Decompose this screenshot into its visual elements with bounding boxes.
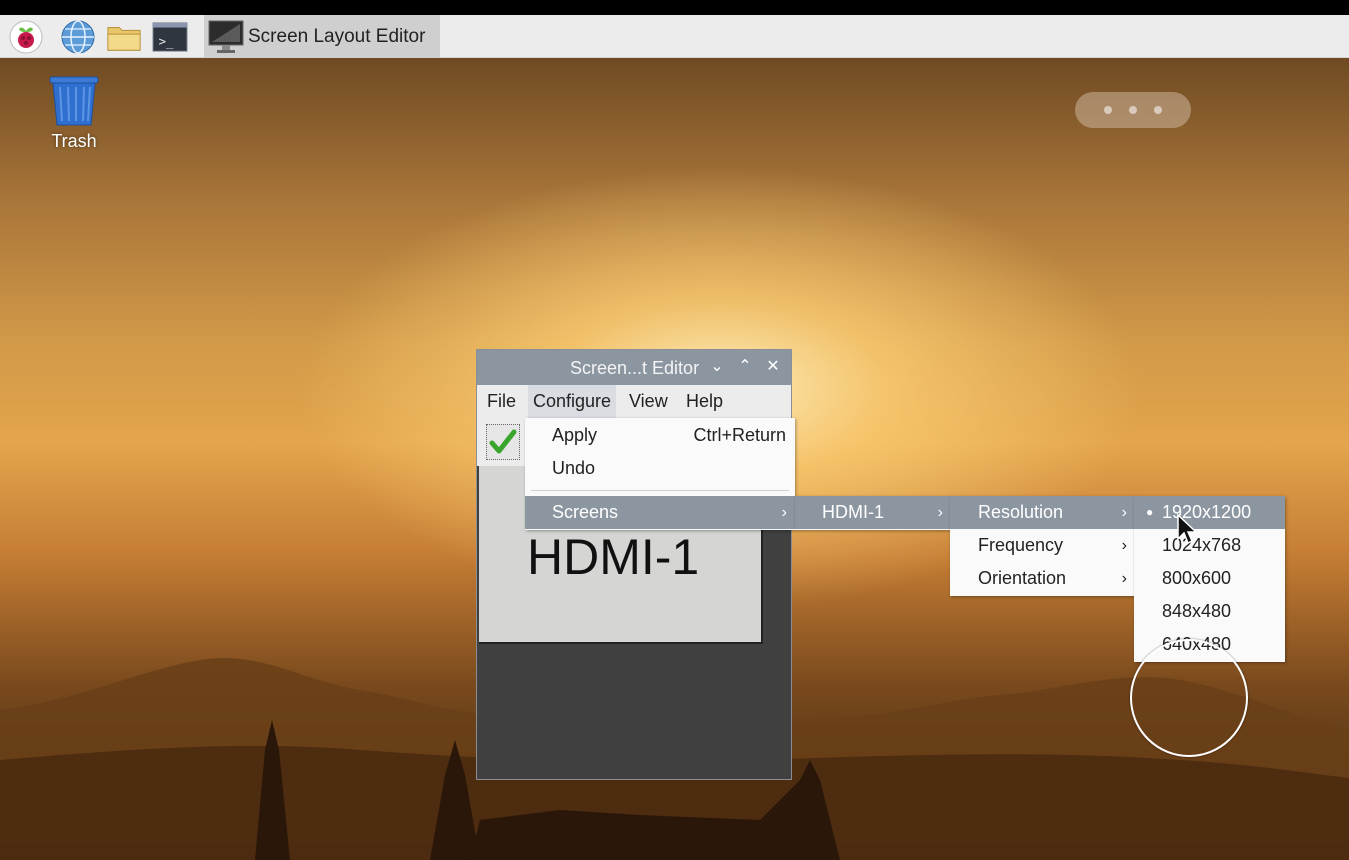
resolution-label: Resolution [978,502,1064,522]
trash-icon [49,76,99,126]
apply-tool-button[interactable] [486,424,520,460]
close-icon[interactable]: ✕ [762,356,784,378]
dot-icon [1129,106,1137,114]
resolution-option-label: 848x480 [1162,601,1232,621]
menu-configure[interactable]: Configure [528,385,617,418]
menubar: File Configure View Help [477,385,791,418]
taskbar-window-label: Screen Layout Editor [248,25,426,47]
dot-icon [1154,106,1162,114]
screen-layout-editor-window: Screen...t Editor ⌄ ⌃ ✕ File Configure V… [476,349,792,780]
chevron-right-icon: › [937,504,943,521]
menu-item-resolution[interactable]: Resolution › [950,496,1135,529]
radio-selected-icon: ● [1146,505,1154,519]
menu-separator [531,490,789,491]
menu-item-resolution-option[interactable]: 1024x768 [1134,529,1285,562]
menu-help[interactable]: Help [681,385,728,418]
screens-label: Screens [552,502,619,522]
monitor-icon [208,20,244,54]
file-manager-icon[interactable] [106,20,142,54]
hdmi-1-label: HDMI-1 [822,502,884,522]
apply-label: Apply [552,425,598,445]
screens-submenu: HDMI-1 › [795,496,951,530]
minimize-icon[interactable]: ⌄ [706,356,728,378]
touch-indicator-circle [1130,639,1248,757]
configure-menu: Apply Ctrl+Return Undo Screens › [525,418,795,530]
raspberry-menu-icon[interactable] [8,20,44,54]
web-browser-icon[interactable] [60,20,96,54]
undo-label: Undo [552,458,596,478]
chevron-right-icon: › [1121,570,1127,587]
resolution-option-label: 800x600 [1162,568,1232,588]
menu-item-apply[interactable]: Apply Ctrl+Return [525,419,795,452]
menu-file[interactable]: File [482,385,521,418]
menu-item-hdmi-1[interactable]: HDMI-1 › [795,496,951,529]
menu-item-screens[interactable]: Screens › [525,496,795,529]
window-title: Screen...t Editor [570,358,700,378]
orientation-label: Orientation [978,568,1067,588]
taskbar: >_ Screen Layout Editor [0,15,1349,58]
resolution-submenu: ● 1920x1200 1024x768 800x600 848x480 640… [1134,496,1285,662]
resolution-option-label: 1024x768 [1162,535,1242,555]
menu-view[interactable]: View [624,385,673,418]
menu-item-frequency[interactable]: Frequency › [950,529,1135,562]
more-options-pill[interactable] [1075,92,1191,128]
window-titlebar[interactable]: Screen...t Editor ⌄ ⌃ ✕ [477,350,791,385]
chevron-right-icon: › [1121,537,1127,554]
maximize-icon[interactable]: ⌃ [734,356,756,378]
monitor-label: HDMI-1 [527,529,700,585]
menu-item-undo[interactable]: Undo [525,452,795,485]
taskbar-window-button[interactable]: Screen Layout Editor [204,15,440,58]
chevron-right-icon: › [781,504,787,521]
checkmark-icon [489,429,517,454]
terminal-icon[interactable]: >_ [152,20,188,54]
mouse-pointer-icon [1177,513,1198,545]
chevron-right-icon: › [1121,504,1127,521]
menu-item-orientation[interactable]: Orientation › [950,562,1135,595]
dot-icon [1104,106,1112,114]
menu-item-resolution-option[interactable]: 800x600 [1134,562,1285,595]
hdmi-1-submenu: Resolution › Frequency › Orientation › [950,496,1135,596]
menu-item-resolution-option[interactable]: ● 1920x1200 [1134,496,1285,529]
apply-shortcut: Ctrl+Return [693,425,786,445]
trash-label: Trash [51,131,97,151]
trash-desktop-item[interactable]: Trash [40,75,108,152]
svg-text:>_: >_ [159,35,174,49]
frequency-label: Frequency [978,535,1064,555]
menu-item-resolution-option[interactable]: 848x480 [1134,595,1285,628]
